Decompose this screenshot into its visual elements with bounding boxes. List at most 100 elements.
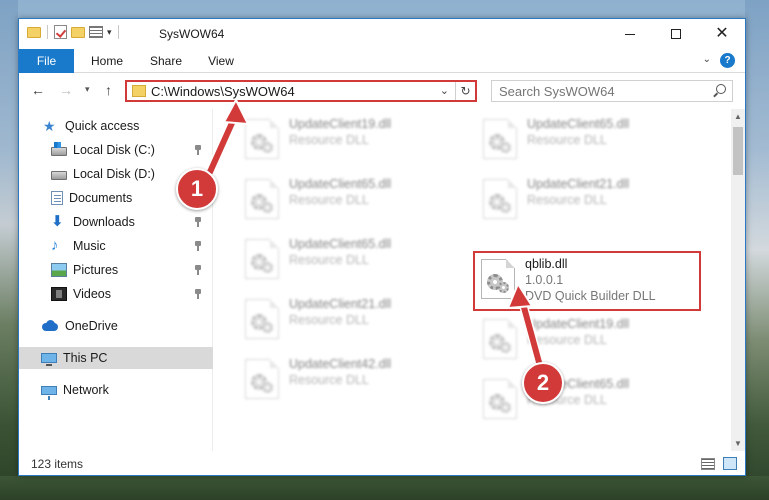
dll-file-icon — [481, 259, 515, 299]
help-icon[interactable]: ? — [720, 53, 735, 68]
title-bar[interactable]: ▾ SysWOW64 ✕ — [19, 19, 745, 49]
documents-icon — [51, 191, 63, 205]
properties-check-icon[interactable] — [54, 25, 67, 39]
view-properties-icon[interactable] — [89, 26, 103, 38]
file-item[interactable]: UpdateClient21.dll Resource DLL — [239, 295, 461, 343]
toolbar-separator — [117, 25, 119, 39]
desktop-background-left — [0, 0, 18, 500]
search-icon[interactable] — [716, 84, 726, 94]
minimize-button[interactable] — [607, 19, 653, 49]
back-arrow-icon[interactable]: ← — [31, 82, 45, 98]
address-folder-icon — [132, 85, 146, 97]
nav-item-music[interactable]: ♪ Music — [19, 235, 213, 257]
file-item[interactable]: UpdateClient65.dll Resource DLL — [477, 115, 699, 163]
window-title: SysWOW64 — [159, 27, 225, 41]
vertical-scrollbar[interactable]: ▲ ▼ — [731, 109, 745, 451]
search-input[interactable] — [492, 81, 707, 101]
nav-item-videos[interactable]: Videos — [19, 283, 213, 305]
navigation-pane: ★ Quick access Local Disk (C:) Local Dis… — [19, 109, 213, 451]
search-box[interactable] — [491, 80, 733, 102]
file-name: UpdateClient65.dll — [527, 117, 630, 131]
dll-file-icon — [483, 179, 517, 219]
nav-item-label: OneDrive — [65, 319, 118, 333]
desktop-background-right — [745, 0, 769, 500]
dll-file-icon — [245, 119, 279, 159]
tab-share[interactable]: Share — [141, 49, 191, 73]
maximize-button[interactable] — [653, 19, 699, 49]
file-description: Resource DLL — [289, 373, 369, 387]
file-item[interactable]: UpdateClient42.dll Resource DLL — [239, 355, 461, 403]
minimize-icon — [625, 33, 635, 35]
address-dropdown-chevron-icon[interactable]: ⌄ — [440, 84, 449, 97]
status-bar: 123 items — [19, 453, 745, 475]
file-name: UpdateClient21.dll — [289, 297, 392, 311]
pin-icon — [193, 289, 203, 299]
folder-icon[interactable] — [27, 26, 41, 38]
customize-toolbar-chevron-icon[interactable]: ▾ — [107, 27, 112, 38]
dll-file-icon — [483, 379, 517, 419]
file-description: Resource DLL — [527, 193, 607, 207]
up-arrow-icon[interactable]: ↑ — [105, 82, 112, 98]
file-description: Resource DLL — [527, 133, 607, 147]
nav-item-label: Quick access — [65, 119, 140, 133]
file-item[interactable]: UpdateClient65.dll Resource DLL — [239, 235, 461, 283]
dll-file-icon — [245, 359, 279, 399]
gear-icon — [262, 142, 273, 153]
dll-file-icon — [245, 299, 279, 339]
nav-item-label: Documents — [69, 191, 133, 205]
forward-arrow-icon[interactable]: → — [59, 82, 73, 98]
address-bar[interactable]: C:\Windows\SysWOW64 ⌄ ↻ — [125, 80, 477, 102]
nav-item-pictures[interactable]: Pictures — [19, 259, 213, 281]
star-icon: ★ — [43, 118, 56, 134]
file-item[interactable]: UpdateClient19.dll Resource DLL — [239, 115, 461, 163]
nav-item-quick-access[interactable]: ★ Quick access — [19, 115, 213, 137]
file-item[interactable]: UpdateClient65.dll Resource DLL — [477, 375, 699, 423]
tab-view[interactable]: View — [199, 49, 243, 73]
tab-file[interactable]: File — [19, 49, 74, 73]
nav-item-network[interactable]: Network — [19, 379, 213, 401]
gear-icon — [498, 282, 509, 293]
file-description: Resource DLL — [289, 133, 369, 147]
scrollbar-thumb[interactable] — [733, 127, 743, 175]
scroll-up-arrow-icon[interactable]: ▲ — [734, 112, 742, 121]
refresh-icon[interactable]: ↻ — [455, 82, 475, 100]
gear-icon — [262, 262, 273, 273]
expand-ribbon-chevron-icon[interactable]: ⌄ — [703, 54, 711, 65]
nav-item-onedrive[interactable]: OneDrive — [19, 315, 213, 337]
nav-item-label: Pictures — [73, 263, 119, 277]
file-item-qblib[interactable]: qblib.dll 1.0.0.1 DVD Quick Builder DLL — [473, 251, 701, 311]
toolbar-separator — [47, 25, 48, 39]
gear-icon — [262, 322, 273, 333]
file-item[interactable]: UpdateClient19.dll Resource DLL — [477, 315, 699, 363]
pin-icon — [193, 217, 203, 227]
nav-item-label: Local Disk (C:) — [73, 143, 155, 157]
downloads-icon: ⬇ — [51, 213, 64, 230]
file-name: UpdateClient65.dll — [289, 237, 392, 251]
pictures-icon — [51, 263, 67, 277]
close-button[interactable]: ✕ — [699, 19, 745, 49]
file-name: UpdateClient19.dll — [289, 117, 392, 131]
file-description: DVD Quick Builder DLL — [525, 289, 656, 303]
details-view-icon[interactable] — [701, 458, 715, 470]
desktop-background-bottom — [0, 476, 769, 500]
recent-locations-chevron-icon[interactable]: ▾ — [85, 84, 90, 95]
disk-icon — [51, 171, 67, 180]
file-item[interactable]: UpdateClient21.dll Resource DLL — [477, 175, 699, 223]
dll-file-icon — [483, 119, 517, 159]
gear-icon — [500, 202, 511, 213]
window-controls: ✕ — [607, 19, 745, 49]
file-version: 1.0.0.1 — [525, 273, 564, 287]
nav-item-downloads[interactable]: ⬇ Downloads — [19, 211, 213, 233]
nav-item-label: Downloads — [73, 215, 135, 229]
scroll-down-arrow-icon[interactable]: ▼ — [734, 439, 742, 448]
new-folder-icon[interactable] — [71, 26, 85, 38]
nav-item-label: Videos — [73, 287, 111, 301]
nav-item-this-pc[interactable]: This PC — [19, 347, 213, 369]
nav-item-local-disk-c[interactable]: Local Disk (C:) — [19, 139, 213, 161]
gear-icon — [262, 202, 273, 213]
large-icons-view-icon[interactable] — [723, 457, 737, 470]
tab-home[interactable]: Home — [81, 49, 133, 73]
file-item[interactable]: UpdateClient65.dll Resource DLL — [239, 175, 461, 223]
address-path[interactable]: C:\Windows\SysWOW64 — [151, 84, 295, 99]
close-icon: ✕ — [715, 25, 729, 42]
